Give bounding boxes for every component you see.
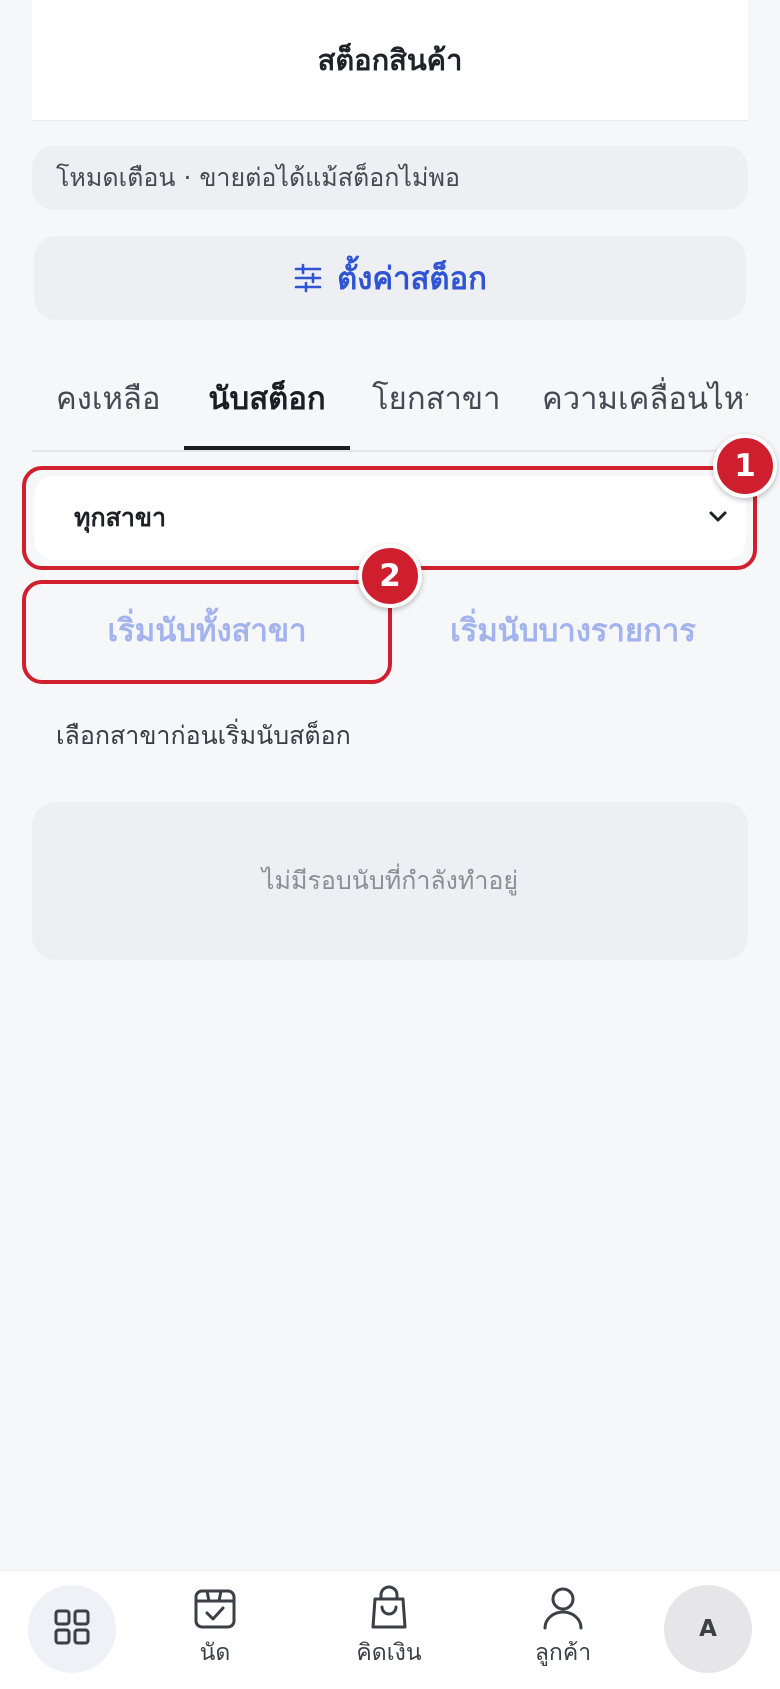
start-count-all-branch-button[interactable]: เริ่มนับทั้งสาขา <box>34 588 380 672</box>
select-branch-hint: เลือกสาขาก่อนเริ่มนับสต็อก <box>56 721 351 750</box>
calendar-check-icon <box>192 1585 238 1631</box>
tab-movements[interactable]: ความเคลื่อนไหว <box>542 348 748 448</box>
user-avatar[interactable]: A <box>664 1585 752 1673</box>
page-title: สต็อกสินค้า <box>317 43 463 77</box>
stock-mode-text: โหมดเตือน · ขายต่อได้แม้สต็อกไม่พอ <box>56 163 460 192</box>
tab-remaining[interactable]: คงเหลือ <box>56 348 161 448</box>
user-icon <box>540 1585 586 1631</box>
grid-icon <box>53 1608 91 1650</box>
annotation-badge-2: 2 <box>358 544 422 608</box>
nav-appointments-label: นัด <box>199 1640 231 1666</box>
stock-mode-banner: โหมดเตือน · ขายต่อได้แม้สต็อกไม่พอ <box>32 146 748 210</box>
sliders-icon <box>293 263 323 293</box>
stock-page: สต็อกสินค้า โหมดเตือน · ขายต่อได้แม้สต็อ… <box>0 0 780 1689</box>
nav-appointments[interactable]: นัด <box>160 1585 270 1681</box>
tab-branch-transfer[interactable]: โยกสาขา <box>372 348 501 448</box>
nav-customers[interactable]: ลูกค้า <box>508 1585 618 1681</box>
chevron-down-icon <box>706 504 730 532</box>
stock-tabs: คงเหลือ นับสต็อก โยกสาขา ความเคลื่อนไหว <box>32 348 748 452</box>
nav-customers-label: ลูกค้า <box>534 1640 592 1666</box>
empty-state-text: ไม่มีรอบนับที่กำลังทำอยู่ <box>261 866 519 895</box>
nav-checkout-label: คิดเงิน <box>356 1640 422 1666</box>
nav-home-button[interactable] <box>28 1585 116 1673</box>
branch-select-value: ทุกสาขา <box>74 503 167 532</box>
empty-state-card: ไม่มีรอบนับที่กำลังทำอยู่ <box>32 802 748 960</box>
annotation-badge-1: 1 <box>713 434 777 498</box>
nav-checkout[interactable]: คิดเงิน <box>334 1585 444 1681</box>
stock-settings-button[interactable]: ตั้งค่าสต็อก <box>34 236 746 320</box>
stock-settings-label: ตั้งค่าสต็อก <box>337 261 487 297</box>
shopping-bag-icon <box>366 1585 412 1631</box>
app-header: สต็อกสินค้า <box>32 0 748 121</box>
start-count-some-items-button[interactable]: เริ่มนับบางรายการ <box>400 588 746 672</box>
bottom-nav: นัด คิดเงิน ลูกค้า A <box>0 1570 780 1689</box>
tab-stock-count[interactable]: นับสต็อก <box>184 348 350 450</box>
